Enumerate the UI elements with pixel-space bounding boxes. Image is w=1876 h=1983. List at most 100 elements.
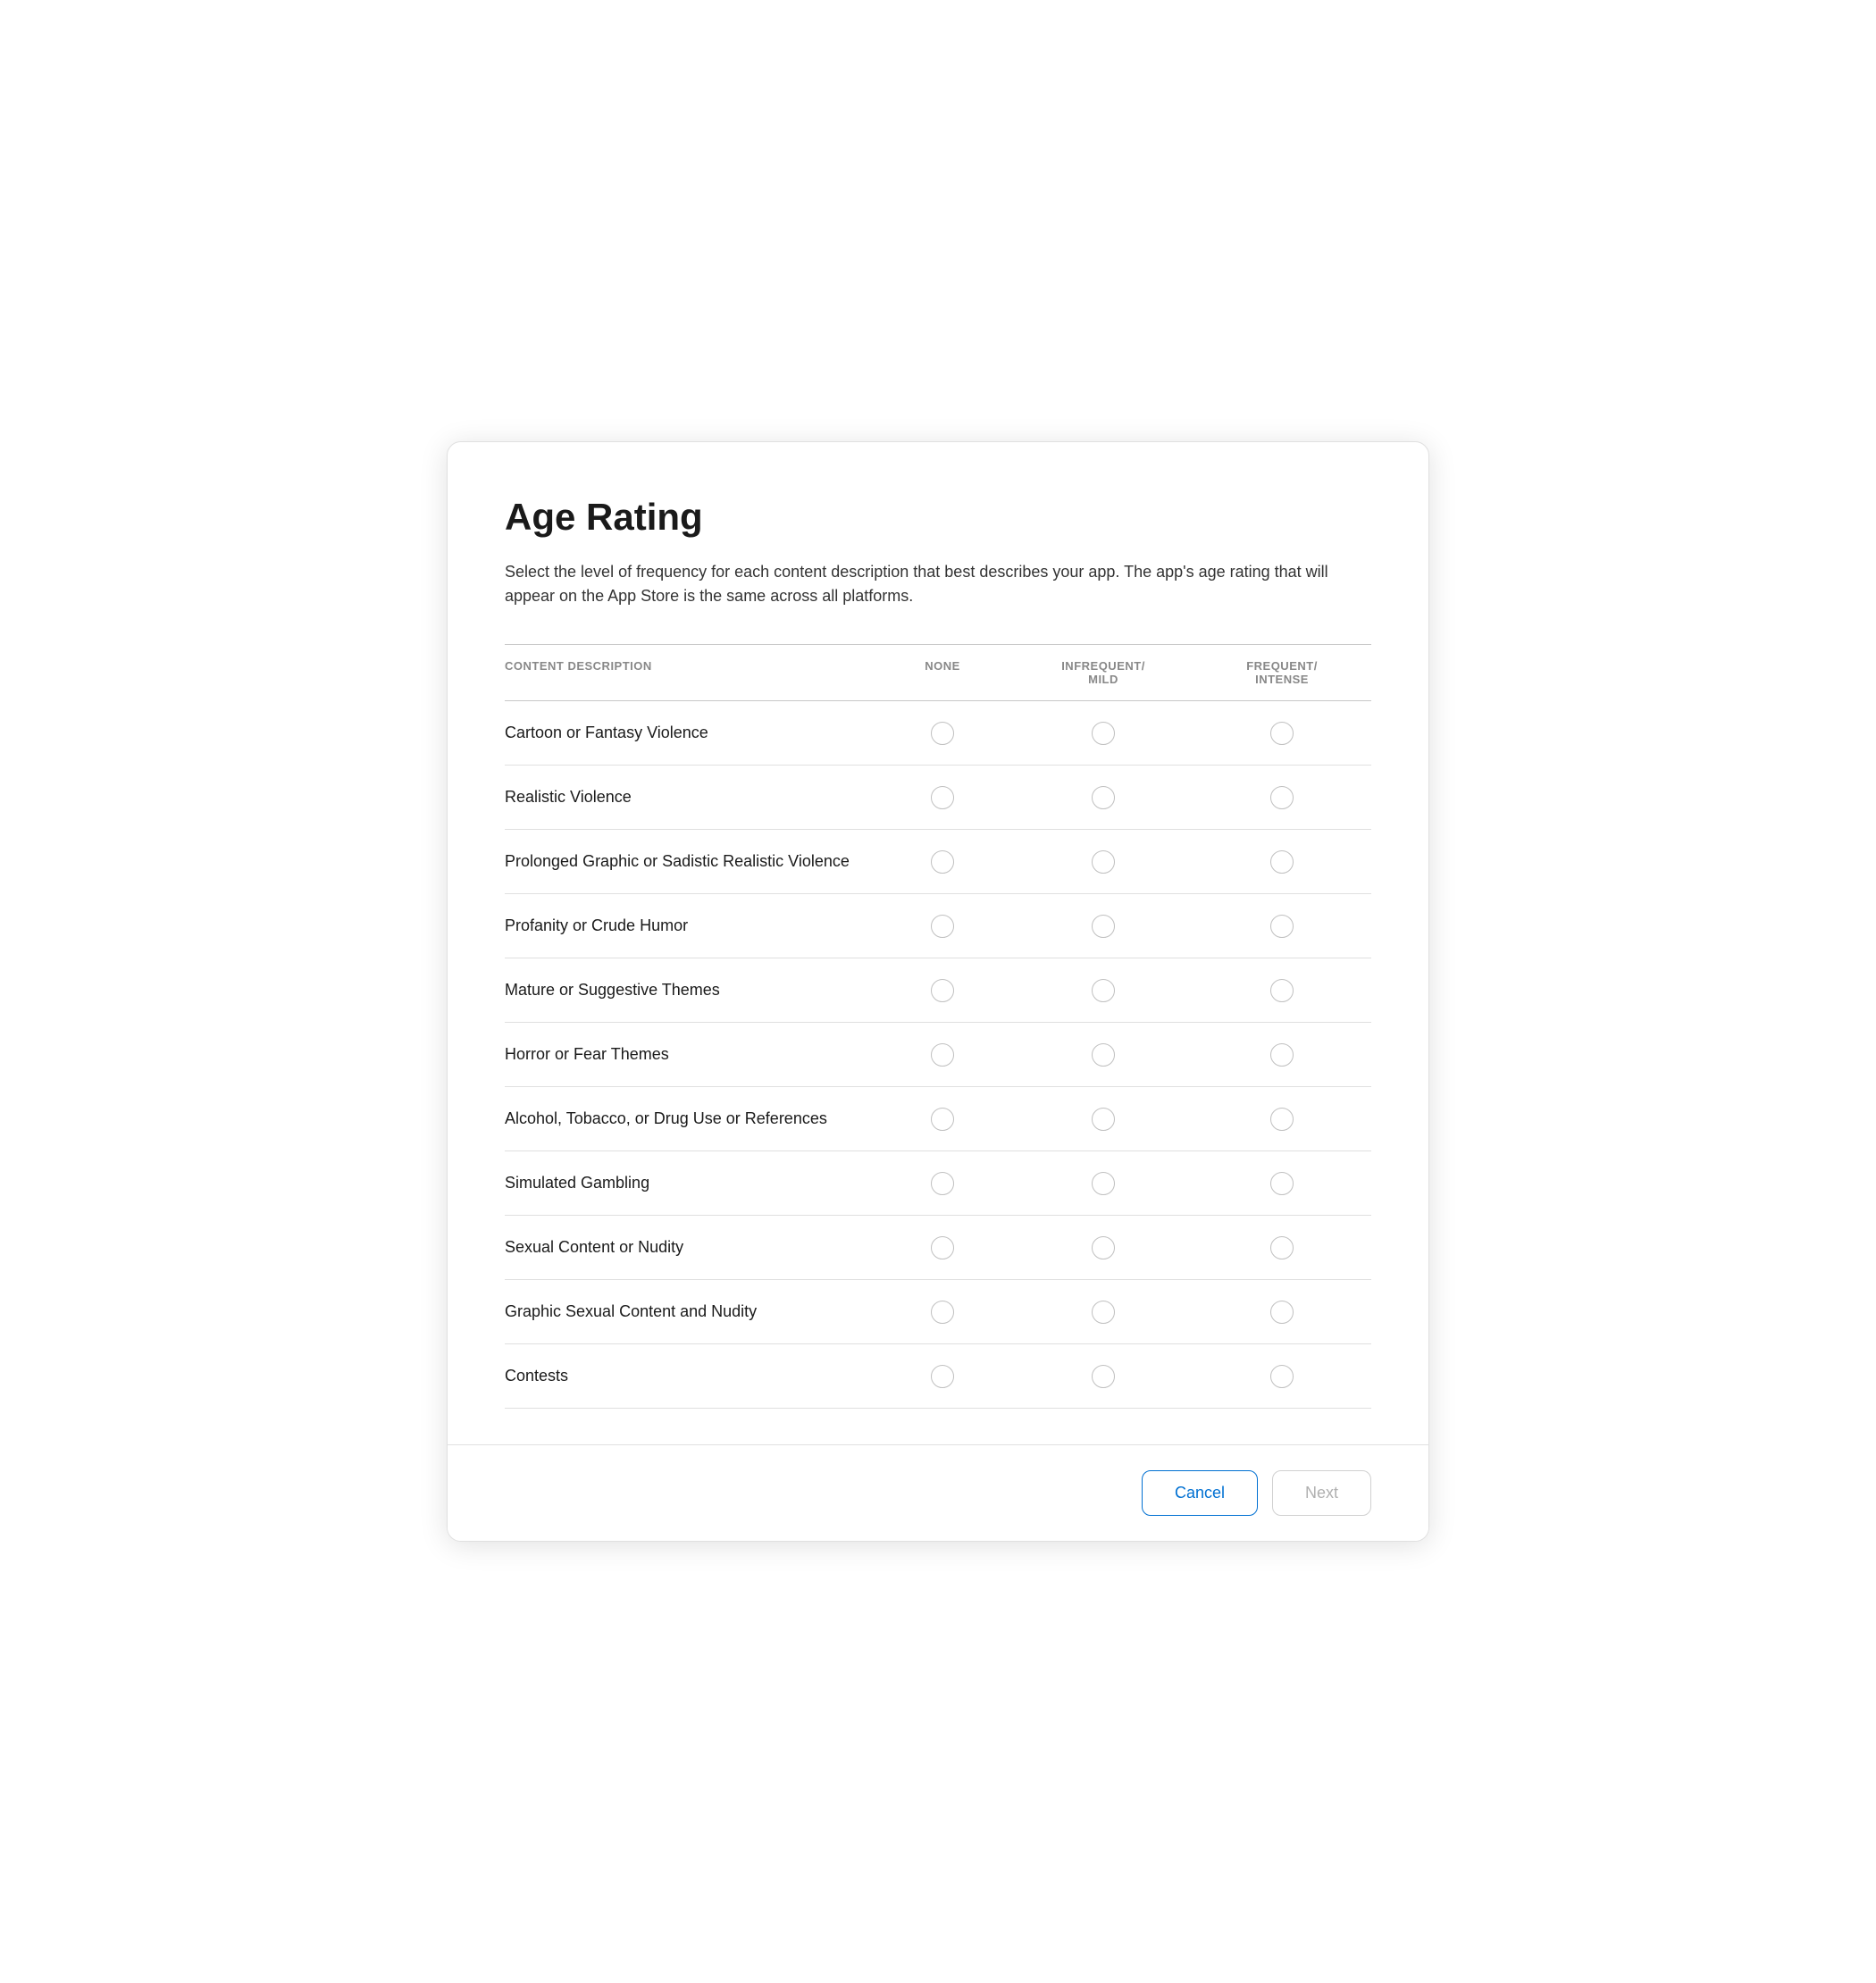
- radio-cell-realistic_violence-none: [871, 766, 1014, 829]
- radio-cell-cartoon_fantasy_violence-frequent_intense: [1193, 702, 1371, 765]
- table-rows: Cartoon or Fantasy Violence Realistic Vio…: [505, 701, 1371, 1409]
- radio-alcohol_tobacco_drug-none[interactable]: [931, 1108, 954, 1131]
- row-label-profanity_crude_humor: Profanity or Crude Humor: [505, 897, 871, 955]
- radio-sexual_content_nudity-infrequent_mild[interactable]: [1092, 1236, 1115, 1259]
- radio-cell-simulated_gambling-frequent_intense: [1193, 1152, 1371, 1215]
- radio-cell-contests-frequent_intense: [1193, 1345, 1371, 1408]
- row-label-simulated_gambling: Simulated Gambling: [505, 1154, 871, 1212]
- page-title: Age Rating: [505, 496, 1371, 539]
- radio-profanity_crude_humor-none[interactable]: [931, 915, 954, 938]
- radio-cell-profanity_crude_humor-infrequent_mild: [1014, 895, 1193, 958]
- radio-cell-mature_suggestive_themes-none: [871, 959, 1014, 1022]
- table-row: Profanity or Crude Humor: [505, 894, 1371, 958]
- row-label-mature_suggestive_themes: Mature or Suggestive Themes: [505, 961, 871, 1019]
- col-header-infrequent: INFREQUENT/MILD: [1014, 659, 1193, 686]
- radio-graphic_sexual_content-infrequent_mild[interactable]: [1092, 1301, 1115, 1324]
- content-table: CONTENT DESCRIPTION NONE INFREQUENT/MILD…: [505, 644, 1371, 1409]
- radio-cell-horror_fear_themes-infrequent_mild: [1014, 1024, 1193, 1086]
- radio-prolonged_graphic_violence-frequent_intense[interactable]: [1270, 850, 1294, 874]
- radio-cell-realistic_violence-infrequent_mild: [1014, 766, 1193, 829]
- radio-cell-mature_suggestive_themes-frequent_intense: [1193, 959, 1371, 1022]
- radio-profanity_crude_humor-frequent_intense[interactable]: [1270, 915, 1294, 938]
- row-label-alcohol_tobacco_drug: Alcohol, Tobacco, or Drug Use or Referen…: [505, 1090, 871, 1148]
- radio-cell-simulated_gambling-none: [871, 1152, 1014, 1215]
- row-label-realistic_violence: Realistic Violence: [505, 768, 871, 826]
- radio-cell-cartoon_fantasy_violence-none: [871, 702, 1014, 765]
- table-row: Realistic Violence: [505, 766, 1371, 830]
- radio-cell-simulated_gambling-infrequent_mild: [1014, 1152, 1193, 1215]
- dialog-footer: Cancel Next: [448, 1444, 1428, 1541]
- row-label-prolonged_graphic_violence: Prolonged Graphic or Sadistic Realistic …: [505, 833, 871, 891]
- radio-cell-cartoon_fantasy_violence-infrequent_mild: [1014, 702, 1193, 765]
- radio-contests-none[interactable]: [931, 1365, 954, 1388]
- table-row: Graphic Sexual Content and Nudity: [505, 1280, 1371, 1344]
- radio-cell-graphic_sexual_content-none: [871, 1281, 1014, 1343]
- radio-cell-profanity_crude_humor-frequent_intense: [1193, 895, 1371, 958]
- radio-horror_fear_themes-frequent_intense[interactable]: [1270, 1043, 1294, 1067]
- radio-mature_suggestive_themes-none[interactable]: [931, 979, 954, 1002]
- dialog-content: Age Rating Select the level of frequency…: [448, 442, 1428, 1444]
- radio-mature_suggestive_themes-infrequent_mild[interactable]: [1092, 979, 1115, 1002]
- radio-simulated_gambling-infrequent_mild[interactable]: [1092, 1172, 1115, 1195]
- next-button[interactable]: Next: [1272, 1470, 1371, 1516]
- table-header: CONTENT DESCRIPTION NONE INFREQUENT/MILD…: [505, 644, 1371, 701]
- age-rating-dialog: Age Rating Select the level of frequency…: [447, 441, 1429, 1542]
- col-header-none: NONE: [871, 659, 1014, 686]
- table-row: Mature or Suggestive Themes: [505, 958, 1371, 1023]
- radio-graphic_sexual_content-none[interactable]: [931, 1301, 954, 1324]
- radio-prolonged_graphic_violence-infrequent_mild[interactable]: [1092, 850, 1115, 874]
- radio-cell-alcohol_tobacco_drug-none: [871, 1088, 1014, 1150]
- radio-realistic_violence-none[interactable]: [931, 786, 954, 809]
- radio-cell-mature_suggestive_themes-infrequent_mild: [1014, 959, 1193, 1022]
- radio-contests-frequent_intense[interactable]: [1270, 1365, 1294, 1388]
- radio-cell-graphic_sexual_content-infrequent_mild: [1014, 1281, 1193, 1343]
- radio-simulated_gambling-none[interactable]: [931, 1172, 954, 1195]
- radio-cell-prolonged_graphic_violence-infrequent_mild: [1014, 831, 1193, 893]
- col-header-description: CONTENT DESCRIPTION: [505, 659, 871, 686]
- radio-sexual_content_nudity-none[interactable]: [931, 1236, 954, 1259]
- table-row: Cartoon or Fantasy Violence: [505, 701, 1371, 766]
- radio-realistic_violence-infrequent_mild[interactable]: [1092, 786, 1115, 809]
- radio-cell-sexual_content_nudity-none: [871, 1217, 1014, 1279]
- radio-cell-realistic_violence-frequent_intense: [1193, 766, 1371, 829]
- page-description: Select the level of frequency for each c…: [505, 560, 1371, 608]
- radio-sexual_content_nudity-frequent_intense[interactable]: [1270, 1236, 1294, 1259]
- radio-prolonged_graphic_violence-none[interactable]: [931, 850, 954, 874]
- row-label-contests: Contests: [505, 1347, 871, 1405]
- radio-horror_fear_themes-none[interactable]: [931, 1043, 954, 1067]
- radio-cell-horror_fear_themes-none: [871, 1024, 1014, 1086]
- radio-cartoon_fantasy_violence-frequent_intense[interactable]: [1270, 722, 1294, 745]
- radio-cartoon_fantasy_violence-infrequent_mild[interactable]: [1092, 722, 1115, 745]
- radio-cell-profanity_crude_humor-none: [871, 895, 1014, 958]
- radio-alcohol_tobacco_drug-frequent_intense[interactable]: [1270, 1108, 1294, 1131]
- radio-cell-prolonged_graphic_violence-frequent_intense: [1193, 831, 1371, 893]
- radio-cell-sexual_content_nudity-frequent_intense: [1193, 1217, 1371, 1279]
- table-row: Horror or Fear Themes: [505, 1023, 1371, 1087]
- cancel-button[interactable]: Cancel: [1142, 1470, 1258, 1516]
- radio-cell-alcohol_tobacco_drug-infrequent_mild: [1014, 1088, 1193, 1150]
- radio-cell-contests-infrequent_mild: [1014, 1345, 1193, 1408]
- radio-contests-infrequent_mild[interactable]: [1092, 1365, 1115, 1388]
- radio-graphic_sexual_content-frequent_intense[interactable]: [1270, 1301, 1294, 1324]
- row-label-graphic_sexual_content: Graphic Sexual Content and Nudity: [505, 1283, 871, 1341]
- radio-cell-graphic_sexual_content-frequent_intense: [1193, 1281, 1371, 1343]
- radio-mature_suggestive_themes-frequent_intense[interactable]: [1270, 979, 1294, 1002]
- radio-cell-contests-none: [871, 1345, 1014, 1408]
- row-label-cartoon_fantasy_violence: Cartoon or Fantasy Violence: [505, 704, 871, 762]
- radio-alcohol_tobacco_drug-infrequent_mild[interactable]: [1092, 1108, 1115, 1131]
- radio-profanity_crude_humor-infrequent_mild[interactable]: [1092, 915, 1115, 938]
- table-row: Simulated Gambling: [505, 1151, 1371, 1216]
- radio-cartoon_fantasy_violence-none[interactable]: [931, 722, 954, 745]
- row-label-sexual_content_nudity: Sexual Content or Nudity: [505, 1218, 871, 1276]
- row-label-horror_fear_themes: Horror or Fear Themes: [505, 1025, 871, 1084]
- radio-horror_fear_themes-infrequent_mild[interactable]: [1092, 1043, 1115, 1067]
- radio-cell-alcohol_tobacco_drug-frequent_intense: [1193, 1088, 1371, 1150]
- table-row: Prolonged Graphic or Sadistic Realistic …: [505, 830, 1371, 894]
- col-header-frequent: FREQUENT/INTENSE: [1193, 659, 1371, 686]
- radio-simulated_gambling-frequent_intense[interactable]: [1270, 1172, 1294, 1195]
- radio-cell-prolonged_graphic_violence-none: [871, 831, 1014, 893]
- radio-realistic_violence-frequent_intense[interactable]: [1270, 786, 1294, 809]
- radio-cell-sexual_content_nudity-infrequent_mild: [1014, 1217, 1193, 1279]
- table-row: Alcohol, Tobacco, or Drug Use or Referen…: [505, 1087, 1371, 1151]
- table-row: Contests: [505, 1344, 1371, 1409]
